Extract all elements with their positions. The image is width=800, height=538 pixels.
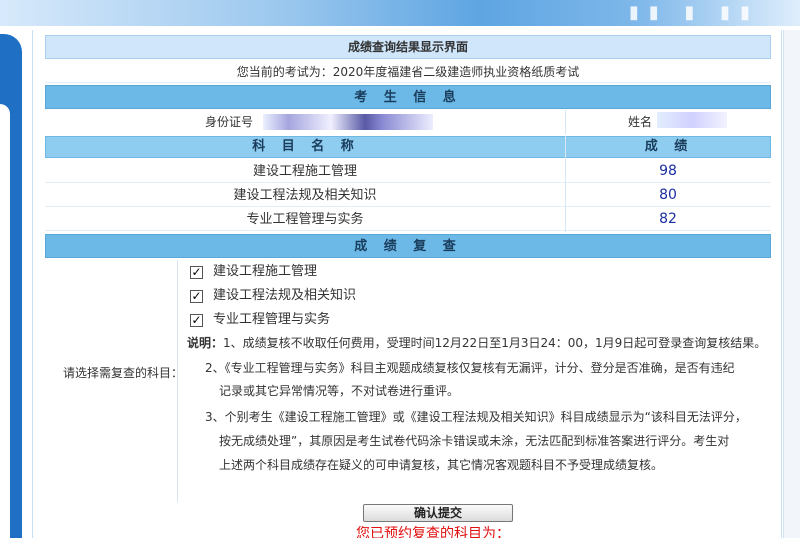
review-option-label: 专业工程管理与实务 [213,312,331,327]
result-panel: 成绩查询结果显示界面 您当前的考试为：2020年度福建省二级建造师执业资格纸质考… [32,30,782,538]
review-note-3a: 3、个别考生《建设工程施工管理》或《建设工程法规及相关知识》科目成绩显示为“该科… [205,410,747,424]
top-banner: ▮▮ ▮ ▮▮ [0,0,800,26]
subject-name: 专业工程管理与实务 [246,212,364,227]
confirm-submit-button[interactable]: 确认提交 [363,504,513,522]
subject-score: 82 [659,211,677,227]
name-label: 姓名 [628,115,653,129]
review-note-3c: 上述两个科目成绩存在疑义的可申请复核，其它情况客观题科目不予受理成绩复核。 [219,458,664,472]
score-review-header: 成 绩 复 查 [45,234,771,258]
score-table-header: 科 目 名 称 成 绩 [45,136,771,158]
subject-name: 建设工程法规及相关知识 [233,188,377,203]
checkbox-checked-icon[interactable]: ✓ [190,314,203,327]
candidate-info-header: 考 生 信 息 [45,85,771,109]
id-number-redacted [263,114,433,130]
checkbox-checked-icon[interactable]: ✓ [190,290,203,303]
review-note-1: 说明：1、成绩复核不收取任何费用，受理时间12月22日至1月3日24：00，1月… [187,336,767,350]
review-note-2b: 记录或其它异常情况等，不对试卷进行重评。 [219,384,460,398]
review-select-label: 请选择需复查的科目： [63,366,184,380]
score-column-header: 成 绩 [644,139,694,154]
review-note-2a: 2、《专业工程管理与实务》科目主观题成绩复核仅复核有无漏评，计分、登分是否准确，… [205,361,735,375]
right-scroll-strip [783,30,800,538]
note-title: 说明： [187,336,224,350]
score-row: 建设工程施工管理 98 [45,160,771,183]
subject-column-header: 科 目 名 称 [252,139,360,154]
review-option-label: 建设工程施工管理 [213,264,318,279]
review-option-regulations[interactable]: ✓ 建设工程法规及相关知识 [190,286,356,306]
score-row: 专业工程管理与实务 82 [45,208,771,231]
subject-score: 98 [659,163,677,179]
review-option-practice[interactable]: ✓ 专业工程管理与实务 [190,310,330,330]
name-redacted [657,112,727,128]
checkbox-checked-icon[interactable]: ✓ [190,266,203,279]
subject-score: 80 [659,187,677,203]
candidate-info-row: 身份证号 姓名 [45,110,771,134]
current-exam-line: 您当前的考试为：2020年度福建省二级建造师执业资格纸质考试 [45,61,771,83]
page-title: 成绩查询结果显示界面 [45,35,771,59]
subject-name: 建设工程施工管理 [252,164,357,179]
score-row: 建设工程法规及相关知识 80 [45,184,771,207]
reserved-subjects-text: 您已预约复查的科目为： [356,526,510,538]
id-number-label: 身份证号 [205,115,254,129]
review-option-construction-management[interactable]: ✓ 建设工程施工管理 [190,262,317,282]
left-frame [0,34,22,538]
review-note-3b: 按无成绩处理”，其原因是考生试卷代码涂卡错误或未涂，无法匹配到标准答案进行评分。… [219,434,730,448]
banner-decoration: ▮▮ ▮ ▮▮ [629,2,760,23]
review-section: 请选择需复查的科目： ✓ 建设工程施工管理 ✓ 建设工程法规及相关知识 ✓ 专业工程管… [45,260,771,502]
review-option-label: 建设工程法规及相关知识 [213,288,357,303]
